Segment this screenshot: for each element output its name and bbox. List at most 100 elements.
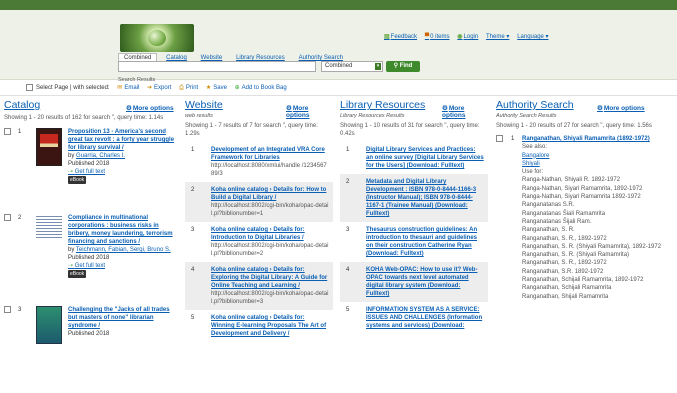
record-title[interactable]: Metadata and Digital Library Development… [366, 179, 476, 217]
record-title[interactable]: Digital Library Services and Practices: … [366, 147, 484, 169]
record-checkbox[interactable] [4, 306, 11, 313]
book-cover[interactable] [36, 306, 62, 344]
print-button[interactable]: ⎙ Print [179, 85, 198, 91]
select-page-checkbox[interactable] [26, 84, 33, 91]
header-links: ▤Feedback ▀0 items ◉Login Theme ▾ Langua… [384, 33, 555, 40]
variant-name: Ranganathan, S. R. [522, 227, 575, 234]
record-number: 2 [191, 187, 195, 193]
see-also-link[interactable]: Shiyali [522, 161, 540, 167]
book-cover-placeholder[interactable] [36, 214, 62, 238]
record-title[interactable]: Challenging the "Jacks of all trades but… [68, 307, 170, 329]
catalog-column: Catalog ⚙More options Showing 1 - 20 res… [4, 99, 175, 393]
record-title[interactable]: Koha online catalog › Details for: How t… [211, 187, 326, 201]
variant-name: Ranganathan, S.R. 1892-1972 [522, 268, 604, 275]
email-button[interactable]: ✉ Email [117, 85, 139, 91]
library-resources-heading[interactable]: Library Resources [340, 99, 425, 111]
record-number: 5 [191, 315, 195, 321]
website-heading[interactable]: Website [185, 99, 223, 111]
chevron-down-icon: ▾ [375, 63, 381, 70]
authority-result-count: Showing 1 - 20 results of 27 for search … [496, 123, 652, 129]
website-record: 5 Koha online catalog › Details for: Win… [185, 310, 333, 342]
record-title[interactable]: Thesaurus construction guidelines: An in… [366, 227, 477, 257]
variant-name: Ranga-Nathan, Shiyali R. 1892-1972 [522, 177, 621, 184]
results-toolbar: Select Page | with selected: ✉ Email ➜ Exp… [26, 84, 287, 92]
record-number: 2 [18, 215, 22, 221]
get-full-text-link[interactable]: ⇢ Get full text [68, 169, 105, 175]
library-more-options[interactable]: ⚙More options [442, 104, 488, 119]
variant-name: Ranganathan, S. R., 1892-1972 [522, 260, 607, 267]
record-checkbox[interactable] [4, 128, 11, 135]
authority-more-label: More options [603, 105, 645, 112]
language-menu[interactable]: Language ▾ [517, 34, 548, 40]
record-number: 2 [346, 179, 350, 185]
site-logo[interactable] [120, 24, 194, 52]
library-record: 3 Thesaurus construction guidelines: An … [340, 222, 488, 262]
library-record: 5 INFORMATION SYSTEM AS A SERVICE: ISSUE… [340, 302, 488, 334]
variant-name: Ranganathan, S. R. (Shiyali Ramamrita) [522, 252, 630, 259]
export-icon: ➜ [147, 85, 153, 92]
variant-name: Ranganathan, S. R. (Shiyali Ramamrita), … [522, 243, 662, 250]
author-link[interactable]: Guarria, Charles I. [76, 153, 125, 159]
author-prefix: by [68, 153, 75, 159]
cart-link[interactable]: ▀0 items [425, 34, 450, 40]
record-title[interactable]: Development of an Integrated VRA Core Fr… [211, 147, 325, 161]
website-record: 3 Koha online catalog › Details for: Int… [185, 222, 333, 262]
record-title[interactable]: Compliance in multinational corporations… [68, 215, 173, 245]
add-to-book-bag-label: Add to Book Bag [241, 85, 287, 92]
record-title[interactable]: INFORMATION SYSTEM AS A SERVICE: ISSUES … [366, 307, 482, 329]
login-link[interactable]: ◉Login [457, 34, 478, 40]
record-title[interactable]: Koha online catalog › Details for: Winni… [211, 315, 326, 337]
record-title[interactable]: Koha online catalog › Details for: Explo… [211, 267, 327, 289]
plus-icon: ⊕ [234, 85, 240, 92]
authority-search-heading[interactable]: Authority Search [496, 99, 574, 111]
get-full-text-link[interactable]: ⇢ Get full text [68, 263, 105, 269]
top-bar [0, 0, 677, 10]
gear-icon: ⚙ [286, 105, 292, 112]
rss-icon: ▤ [384, 34, 390, 40]
variant-name: Ranga-Nathan, Siyari Ramamrita 1892-1972 [522, 194, 641, 201]
theme-menu[interactable]: Theme ▾ [486, 34, 509, 40]
record-url: http://localhost:8080/xmlui/handle /1234… [211, 163, 327, 177]
divider [0, 95, 677, 96]
published-date: Published 2018 [68, 161, 110, 167]
record-checkbox[interactable] [4, 214, 11, 221]
feedback-link[interactable]: ▤Feedback [384, 34, 417, 40]
find-label: Find [399, 63, 413, 69]
authority-more-options[interactable]: ⚙More options [597, 104, 645, 112]
record-number: 1 [346, 147, 350, 153]
catalog-more-options[interactable]: ⚙More options [126, 104, 174, 112]
search-input[interactable] [118, 61, 316, 72]
record-title[interactable]: Proposition 13 - America's second great … [68, 129, 174, 151]
see-also-link[interactable]: Bangalore [522, 153, 549, 159]
record-title[interactable]: KOHA Web-OPAC: How to use it? Web-OPAC t… [366, 267, 477, 297]
website-record: 2 Koha online catalog › Details for: How… [185, 182, 333, 222]
library-record: 2 Metadata and Digital Library Developme… [340, 174, 488, 222]
author-link[interactable]: Teichmann, Fabian, Sergi, Bruno S. [76, 247, 171, 253]
record-checkbox[interactable] [496, 135, 503, 142]
catalog-heading[interactable]: Catalog [4, 99, 40, 111]
find-button[interactable]: ⚲ Find [386, 61, 420, 72]
record-url: http://localhost:8002/cgi-bin/koha/opac-… [211, 203, 329, 217]
save-button[interactable]: ★ Save [206, 85, 227, 91]
cart-icon: ▀ [424, 34, 430, 40]
search-scope-select[interactable]: Combined ▾ [321, 61, 383, 72]
add-to-book-bag-button[interactable]: ⊕ Add to Book Bag [235, 85, 287, 91]
catalog-record: 3 Challenging the "Jacks of all trades b… [4, 306, 175, 344]
cart-label: 0 items [430, 34, 450, 40]
record-number: 5 [346, 307, 350, 313]
record-title[interactable]: Ranganathan, Shiyali Ramamrita (1892-197… [522, 136, 650, 142]
catalog-record: 1 Proposition 13 - America's second grea… [4, 128, 175, 208]
export-button[interactable]: ➜ Export [147, 85, 171, 91]
gear-icon: ⚙ [126, 105, 132, 112]
variant-name: Ranganathan, Schijali Ramamrita [522, 285, 612, 292]
export-label: Export [154, 85, 172, 92]
link-icon: ⇢ [68, 169, 75, 175]
record-number: 1 [511, 136, 515, 142]
print-icon: ⎙ [179, 85, 184, 92]
book-cover[interactable] [36, 128, 62, 166]
variant-name: Ranganatanas Šijali Ram. [522, 218, 592, 225]
email-icon: ✉ [117, 85, 123, 92]
feedback-label: Feedback [390, 34, 418, 40]
record-title[interactable]: Koha online catalog › Details for: Intro… [211, 227, 305, 241]
website-more-options[interactable]: ⚙More options [286, 104, 333, 119]
